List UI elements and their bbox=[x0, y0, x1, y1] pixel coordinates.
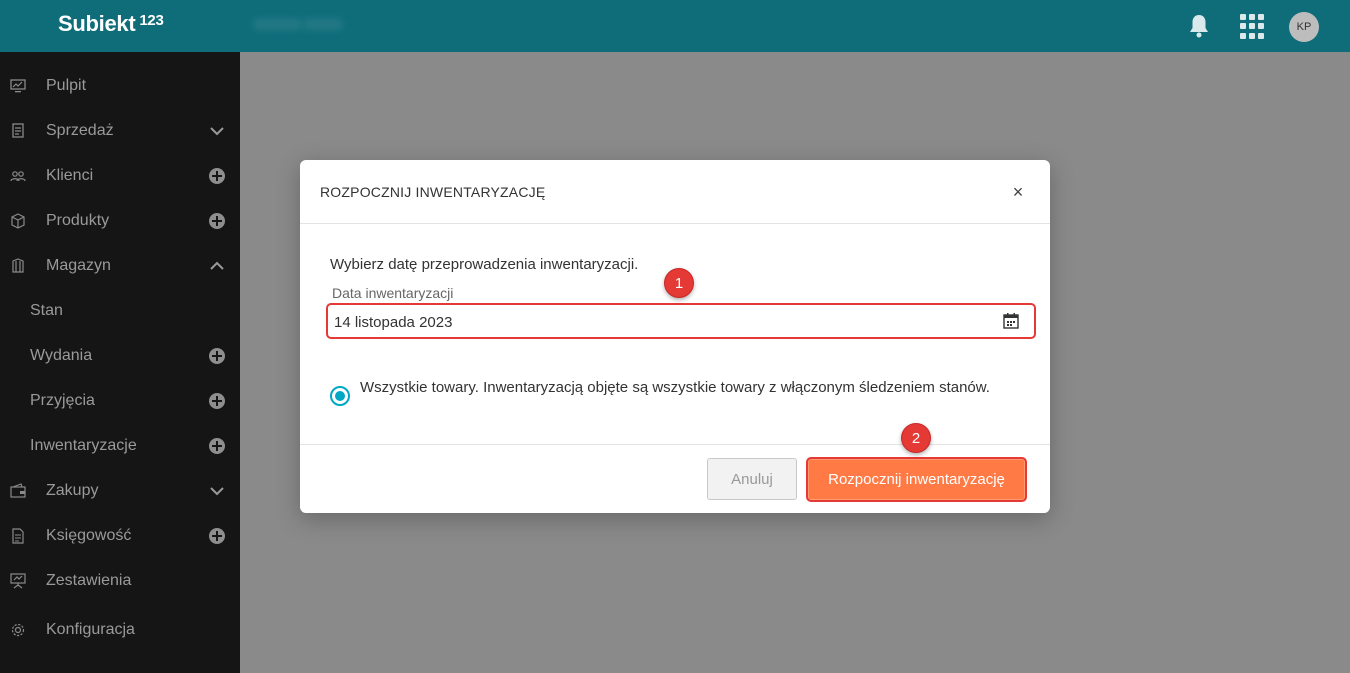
add-icon[interactable] bbox=[209, 438, 225, 454]
sidebar-item-ksiegowosc[interactable]: Księgowość bbox=[0, 516, 240, 556]
chevron-down-icon[interactable] bbox=[209, 483, 225, 499]
sidebar-item-produkty[interactable]: Produkty bbox=[0, 201, 240, 241]
dialog-header: ROZPOCZNIJ INWENTARYZACJĘ × bbox=[300, 160, 1050, 224]
add-icon[interactable] bbox=[209, 393, 225, 409]
bell-icon[interactable] bbox=[1187, 13, 1211, 39]
sidebar-item-label: Magazyn bbox=[46, 257, 111, 274]
sidebar-item-zakupy[interactable]: Zakupy bbox=[0, 471, 240, 511]
sidebar-item-label: Księgowość bbox=[46, 527, 132, 544]
sidebar-item-label: Konfiguracja bbox=[46, 621, 135, 638]
sidebar-item-pulpit[interactable]: Pulpit bbox=[0, 66, 240, 106]
monitor-icon bbox=[10, 79, 26, 93]
sidebar-item-label: Produkty bbox=[46, 212, 110, 229]
app-logo[interactable]: Subiekt 123 bbox=[58, 11, 164, 37]
step-marker-2: 2 bbox=[901, 423, 931, 453]
apps-grid-icon[interactable] bbox=[1240, 14, 1265, 39]
chevron-up-icon[interactable] bbox=[209, 258, 225, 274]
sidebar-item-label: Pulpit bbox=[46, 77, 87, 94]
sidebar-item-sprzedaz[interactable]: Sprzedaż bbox=[0, 111, 240, 151]
sidebar-item-label: Klienci bbox=[46, 167, 94, 184]
presentation-icon bbox=[10, 573, 26, 589]
close-icon[interactable]: × bbox=[1008, 182, 1028, 202]
receipt-icon bbox=[12, 123, 24, 138]
sidebar-item-magazyn[interactable]: Magazyn bbox=[0, 246, 240, 286]
sidebar-item-label: Zestawienia bbox=[46, 572, 132, 589]
document-icon bbox=[12, 528, 24, 544]
avatar[interactable]: KP bbox=[1289, 12, 1319, 42]
calendar-icon[interactable] bbox=[1002, 312, 1020, 330]
top-bar: Subiekt 123 XXXXX XXXX KP bbox=[0, 0, 1350, 52]
inventory-date-field[interactable]: 14 listopada 2023 bbox=[326, 303, 1036, 339]
step-marker-1: 1 bbox=[664, 268, 694, 298]
add-icon[interactable] bbox=[209, 213, 225, 229]
sidebar-item-label: Inwentaryzacje bbox=[30, 437, 137, 454]
sidebar-item-stan[interactable]: Stan bbox=[0, 291, 240, 331]
date-field-label: Data inwentaryzacji bbox=[332, 285, 454, 301]
sidebar: Pulpit Sprzedaż Klienci Produkty Magazyn… bbox=[0, 52, 240, 673]
warehouse-icon bbox=[12, 258, 24, 273]
all-products-radio[interactable] bbox=[330, 386, 350, 406]
add-icon[interactable] bbox=[209, 168, 225, 184]
box-icon bbox=[11, 213, 25, 229]
add-icon[interactable] bbox=[209, 528, 225, 544]
sidebar-item-wydania[interactable]: Wydania bbox=[0, 336, 240, 376]
sidebar-item-przyjecia[interactable]: Przyjęcia bbox=[0, 381, 240, 421]
gear-icon bbox=[11, 623, 25, 637]
dialog-footer: Anuluj Rozpocznij inwentaryzację bbox=[300, 444, 1050, 513]
add-icon[interactable] bbox=[209, 348, 225, 364]
all-products-radio-label: Wszystkie towary. Inwentaryzacją objęte … bbox=[360, 379, 990, 396]
sidebar-item-klienci[interactable]: Klienci bbox=[0, 156, 240, 196]
sidebar-item-label: Zakupy bbox=[46, 482, 99, 499]
wallet-icon bbox=[10, 483, 26, 498]
sidebar-item-konfiguracja[interactable]: Konfiguracja bbox=[0, 610, 240, 650]
sidebar-item-zestawienia[interactable]: Zestawienia bbox=[0, 561, 240, 601]
dialog-title: ROZPOCZNIJ INWENTARYZACJĘ bbox=[320, 184, 546, 200]
start-inventory-button[interactable]: Rozpocznij inwentaryzację bbox=[806, 457, 1027, 502]
chevron-down-icon[interactable] bbox=[209, 123, 225, 139]
cancel-button[interactable]: Anuluj bbox=[707, 458, 797, 500]
dialog-intro-text: Wybierz datę przeprowadzenia inwentaryza… bbox=[330, 256, 639, 273]
sidebar-item-label: Sprzedaż bbox=[46, 122, 114, 139]
start-inventory-dialog: ROZPOCZNIJ INWENTARYZACJĘ × Wybierz datę… bbox=[300, 160, 1050, 513]
sidebar-item-label: Stan bbox=[30, 302, 63, 319]
blurred-company-name: XXXXX XXXX bbox=[254, 16, 342, 32]
date-value: 14 listopada 2023 bbox=[334, 314, 453, 331]
people-icon bbox=[10, 171, 26, 182]
sidebar-item-label: Przyjęcia bbox=[30, 392, 95, 409]
sidebar-item-label: Wydania bbox=[30, 347, 93, 364]
sidebar-item-inwentaryzacje[interactable]: Inwentaryzacje bbox=[0, 426, 240, 466]
